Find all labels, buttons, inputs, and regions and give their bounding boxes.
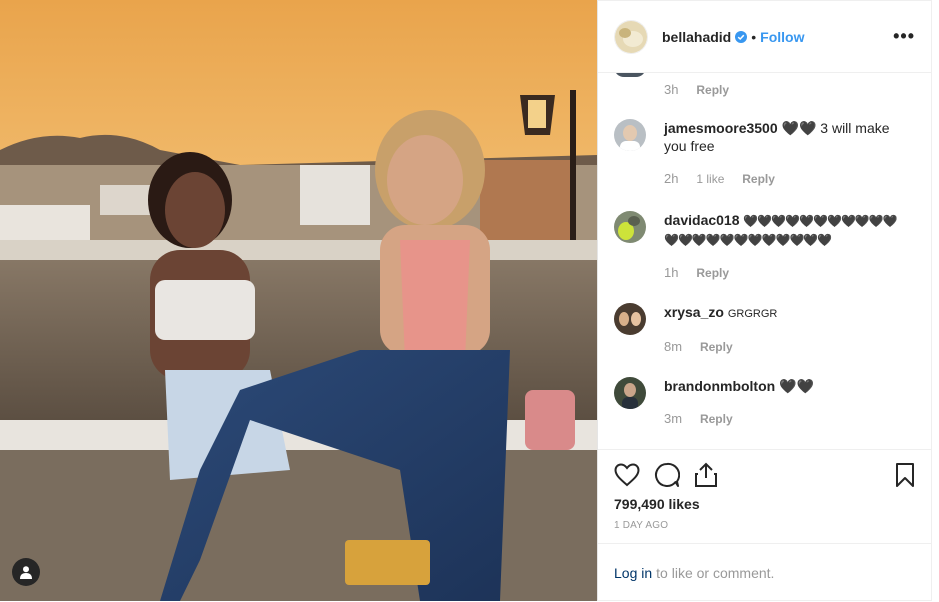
login-link[interactable]: Log in [614, 565, 652, 581]
commenter-avatar[interactable] [614, 211, 646, 243]
commenter-avatar[interactable] [614, 377, 646, 409]
login-prompt: Log in to like or comment. [598, 543, 931, 602]
reply-button[interactable]: Reply [696, 266, 729, 280]
post-header: bellahadid • Follow ••• [598, 1, 931, 73]
commenter-avatar-image [614, 211, 646, 243]
reply-button[interactable]: Reply [700, 340, 733, 354]
comment-body: xrysa_zo GRGRGR 8m Reply [664, 303, 777, 356]
photo-image [0, 0, 597, 601]
more-options-icon[interactable]: ••• [893, 26, 915, 47]
comment-body: brandonmbolton 🖤🖤 3m Reply [664, 377, 814, 428]
person-glyph [20, 566, 32, 579]
post-photo[interactable] [0, 0, 597, 601]
comment-item: brandonmbolton 🖤🖤 3m Reply [614, 377, 915, 428]
author-avatar[interactable] [614, 19, 648, 54]
partial-comment-avatar [614, 73, 646, 77]
comment-text: GRGRGR [727, 308, 778, 320]
comment-time[interactable]: 3m [664, 411, 682, 426]
comment-meta: 3m Reply [664, 409, 814, 428]
post-side-panel: bellahadid • Follow ••• 3h Reply jamesmo… [597, 0, 932, 601]
comment-body: jamesmoore3500 🖤🖤 3 will make you free 2… [664, 119, 915, 188]
comment-meta: 8m Reply [664, 337, 777, 356]
reply-button[interactable]: Reply [742, 172, 775, 186]
comment-time[interactable]: 2h [664, 171, 678, 186]
reply-button[interactable]: Reply [696, 83, 729, 97]
author-avatar-image [615, 20, 647, 53]
commenter-avatar-image [614, 119, 646, 151]
comment-text: 🖤🖤 [779, 378, 814, 394]
bookmark-icon[interactable] [895, 462, 915, 488]
comment-item: jamesmoore3500 🖤🖤 3 will make you free 2… [614, 119, 915, 188]
comment-icon[interactable] [654, 462, 680, 488]
follow-button[interactable]: Follow [760, 29, 804, 45]
commenter-avatar[interactable] [614, 119, 646, 151]
commenter-avatar-image [614, 303, 646, 335]
comment-time[interactable]: 1h [664, 265, 678, 280]
comment-time[interactable]: 8m [664, 339, 682, 354]
comment-meta: 2h 1 like Reply [664, 169, 915, 188]
separator-dot: • [751, 28, 757, 45]
comment-likes[interactable]: 1 like [696, 172, 724, 186]
comment-meta: 1h Reply [664, 263, 904, 282]
comment-item: xrysa_zo GRGRGR 8m Reply [614, 303, 915, 356]
comment-item: davidac018 🖤🖤🖤🖤🖤🖤🖤🖤🖤🖤🖤🖤🖤🖤🖤🖤🖤🖤🖤🖤🖤🖤🖤 1h Re… [614, 211, 915, 282]
action-icons-row [614, 450, 915, 500]
author-username[interactable]: bellahadid [662, 29, 731, 45]
post-actions: 799,490 likes 1 DAY AGO [598, 449, 931, 531]
comment-username[interactable]: brandonmbolton [664, 378, 775, 394]
comments-list[interactable]: 3h Reply jamesmoore3500 🖤🖤 3 will make y… [598, 73, 931, 449]
heart-icon[interactable] [614, 463, 640, 487]
commenter-avatar[interactable] [614, 303, 646, 335]
post-timestamp[interactable]: 1 DAY AGO [614, 520, 915, 531]
comment-body: davidac018 🖤🖤🖤🖤🖤🖤🖤🖤🖤🖤🖤🖤🖤🖤🖤🖤🖤🖤🖤🖤🖤🖤🖤 1h Re… [664, 211, 904, 282]
commenter-avatar-image [614, 377, 646, 409]
login-prompt-text: to like or comment. [656, 565, 775, 581]
comment-time[interactable]: 3h [664, 82, 678, 97]
likes-count[interactable]: 799,490 likes [614, 496, 915, 512]
comment-username[interactable]: jamesmoore3500 [664, 120, 778, 136]
comment-username[interactable]: davidac018 [664, 212, 740, 228]
user-tag-icon[interactable] [12, 558, 40, 586]
share-icon[interactable] [694, 462, 718, 488]
reply-button[interactable]: Reply [700, 412, 733, 426]
comment-username[interactable]: xrysa_zo [664, 304, 724, 320]
verified-badge-icon [735, 30, 748, 43]
partial-comment-meta: 3h Reply [664, 81, 729, 97]
